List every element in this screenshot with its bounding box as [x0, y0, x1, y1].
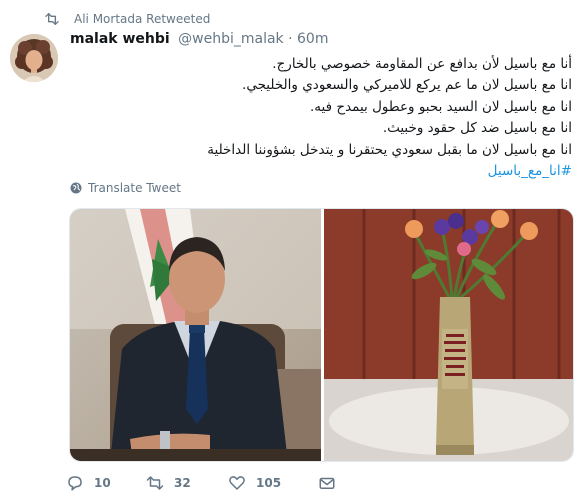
avatar[interactable]: [10, 34, 58, 82]
direct-message-button[interactable]: [318, 474, 346, 492]
tweet-line: انا مع باسيل لان ما عم يركع للاميركي وال…: [242, 77, 572, 94]
media-photo-left[interactable]: [70, 209, 321, 461]
envelope-icon: [319, 477, 335, 489]
tweet-line: أنا مع باسيل لأن بدافع عن المقاومة خصوصي…: [272, 56, 572, 72]
tweet-line: انا مع باسيل ضد كل حقود وخبيث.: [382, 120, 572, 137]
translate-label: Translate Tweet: [88, 181, 181, 195]
reply-icon: [68, 476, 82, 491]
hashtag-link[interactable]: #انا_مع_باسيل: [150, 161, 572, 182]
portrait-image: [70, 209, 321, 461]
media-photo-right[interactable]: [324, 209, 573, 461]
retweet-banner-text: Ali Mortada Retweeted: [74, 12, 211, 26]
tweet-text: أنا مع باسيل لأن بدافع عن المقاومة خصوصي…: [150, 54, 572, 182]
tweet-header: malak wehbi @wehbi_malak · 60m: [70, 31, 328, 47]
translate-tweet-link[interactable]: Translate Tweet: [70, 181, 181, 195]
tweet-line: انا مع باسيل لان ما بقبل سعودي يحتقرنا و…: [207, 141, 572, 158]
tweet-actions: 10 32 105: [66, 474, 346, 492]
reply-button[interactable]: 10: [66, 474, 146, 492]
retweet-banner[interactable]: Ali Mortada Retweeted: [44, 10, 210, 28]
like-button[interactable]: 105: [228, 474, 318, 492]
tweet-time[interactable]: 60m: [297, 31, 328, 47]
retweet-count: 32: [174, 476, 191, 490]
separator-dot: ·: [288, 31, 293, 47]
like-count: 105: [256, 476, 282, 490]
tweet-line: انا مع باسيل لان السيد بحبو وعطول بيمدح …: [310, 98, 572, 115]
retweet-button[interactable]: 32: [146, 474, 228, 492]
heart-icon: [229, 476, 245, 490]
retweet-icon: [45, 13, 59, 26]
avatar-image: [10, 34, 58, 82]
vase-flowers-image: [324, 209, 573, 461]
user-handle[interactable]: @wehbi_malak: [178, 31, 284, 47]
globe-icon: [70, 182, 82, 194]
reply-count: 10: [94, 476, 111, 490]
tweet-media: [69, 208, 574, 462]
display-name[interactable]: malak wehbi: [70, 31, 170, 47]
retweet-icon: [146, 476, 164, 490]
